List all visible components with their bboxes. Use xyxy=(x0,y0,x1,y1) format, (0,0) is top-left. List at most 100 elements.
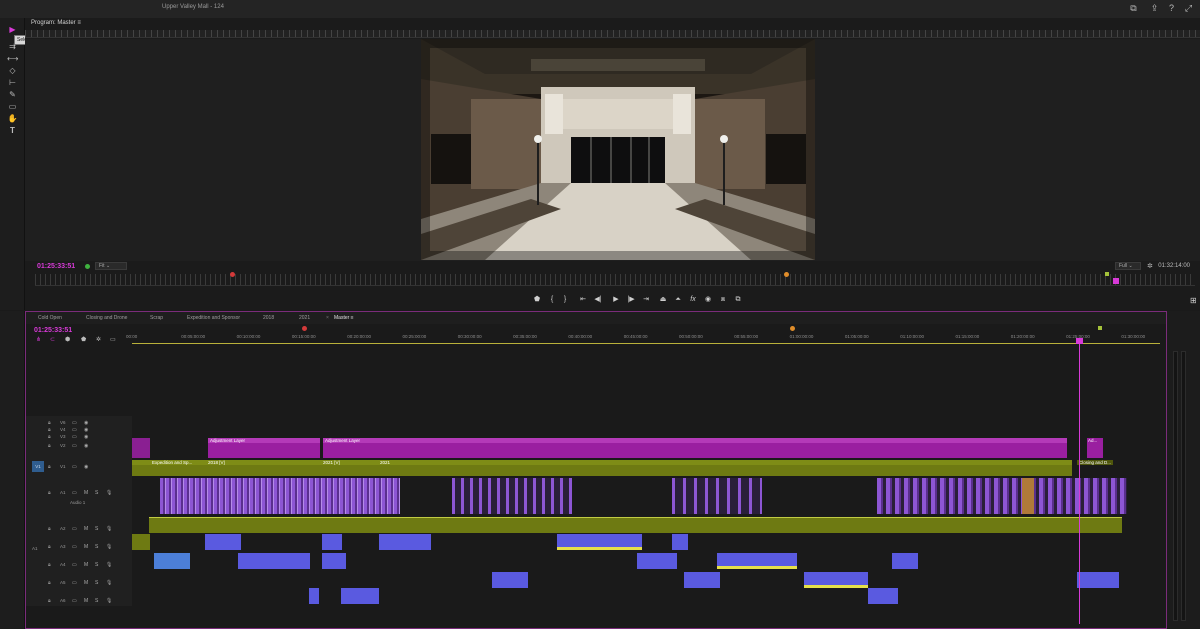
razor-icon[interactable]: ◇ xyxy=(7,66,18,76)
toggle-output-icon[interactable]: ▭ xyxy=(72,427,77,433)
marker-red[interactable] xyxy=(230,272,235,277)
solo-button[interactable]: S xyxy=(95,490,98,496)
toggle-output-icon[interactable]: ▭ xyxy=(72,464,77,470)
video-track-header[interactable]: 🔒︎ V4 ▭ ◉ xyxy=(26,427,132,434)
tab-cold-open[interactable]: Cold Open xyxy=(38,315,62,321)
source-patch-a1[interactable]: A1 xyxy=(32,546,38,551)
voiceover-mic-icon[interactable]: 🎙︎ xyxy=(106,580,112,586)
clip-audio-a3[interactable] xyxy=(205,534,241,550)
clip-v2[interactable] xyxy=(132,438,150,458)
lock-icon[interactable]: 🔒︎ xyxy=(48,598,51,604)
clip-audio-a4[interactable] xyxy=(238,553,310,569)
source-patch-v1[interactable]: V1 xyxy=(32,461,44,472)
sync-lock-icon[interactable]: ▭ xyxy=(72,580,77,586)
audio-track-header[interactable]: 🔒︎ A6 ▭ M S 🎙︎ xyxy=(26,598,132,606)
toggle-output-icon[interactable]: ▭ xyxy=(72,443,77,449)
tab-2021[interactable]: 2021 xyxy=(299,315,310,321)
fullscreen-icon[interactable]: ⤢ xyxy=(1183,3,1194,14)
eye-icon[interactable]: ◉ xyxy=(84,427,88,433)
tab-scrap[interactable]: Scrap xyxy=(150,315,163,321)
program-tab[interactable]: Program: Master ≡ xyxy=(31,20,81,26)
captions-icon[interactable]: ▭ xyxy=(110,336,116,343)
audio-track-header[interactable]: 🔒︎ A4 ▭ M S 🎙︎ xyxy=(26,562,132,570)
clip-audio-a6[interactable] xyxy=(341,588,379,604)
multi-camera-icon[interactable]: ⧉ xyxy=(733,295,743,305)
clip-v1[interactable] xyxy=(132,460,1072,476)
pen-icon[interactable]: ✎ xyxy=(7,90,18,100)
sync-lock-icon[interactable]: ▭ xyxy=(72,526,77,532)
clip-audio-a5[interactable] xyxy=(804,572,868,588)
mute-button[interactable]: M xyxy=(84,562,88,568)
go-to-out-icon[interactable]: ⇥ xyxy=(641,295,651,305)
video-track-header[interactable]: 🔒︎ V2 ▭ ◉ xyxy=(26,443,132,450)
audio-track-header[interactable]: 🔒︎ A5 ▭ M S 🎙︎ xyxy=(26,580,132,588)
clip-audio-a3-start[interactable] xyxy=(132,534,150,550)
program-timecode[interactable]: 01:25:33:51 xyxy=(37,263,75,270)
type-icon[interactable]: T xyxy=(7,126,18,136)
help-icon[interactable]: ? xyxy=(1166,3,1177,14)
rectangle-icon[interactable]: ▭ xyxy=(7,102,18,112)
add-marker-tl-icon[interactable]: ⬢ xyxy=(65,336,70,343)
clip-audio-a3[interactable] xyxy=(379,534,431,550)
mute-button[interactable]: M xyxy=(84,598,88,604)
share-icon[interactable]: ⧉ xyxy=(1128,3,1139,14)
lock-icon[interactable]: 🔒︎ xyxy=(48,562,51,568)
marker-tl-icon[interactable]: ⬟ xyxy=(81,336,86,343)
lock-icon[interactable]: 🔒︎ xyxy=(48,526,51,532)
audio-track-header[interactable]: 🔒︎ A1 ▭ M S 🎙︎ xyxy=(26,490,132,498)
solo-button[interactable]: S xyxy=(95,544,98,550)
quality-select[interactable]: Full ⌄ xyxy=(1115,262,1141,270)
step-back-icon[interactable]: ◀| xyxy=(593,295,603,305)
linked-selection-icon[interactable]: ⊂ xyxy=(50,336,55,343)
voiceover-mic-icon[interactable]: 🎙︎ xyxy=(106,544,112,550)
sync-lock-icon[interactable]: ▭ xyxy=(72,598,77,604)
lock-icon[interactable]: 🔒︎ xyxy=(48,490,51,496)
mark-in-icon[interactable]: { xyxy=(547,295,557,305)
fit-select[interactable]: Fit ⌄ xyxy=(95,262,127,270)
clip-audio-a1[interactable] xyxy=(672,478,762,514)
voiceover-mic-icon[interactable]: 🎙︎ xyxy=(106,526,112,532)
go-to-in-icon[interactable]: ⇤ xyxy=(578,295,588,305)
lock-icon[interactable]: 🔒︎ xyxy=(48,580,51,586)
solo-button[interactable]: S xyxy=(95,580,98,586)
lift-icon[interactable]: ⏏ xyxy=(658,295,668,305)
mute-button[interactable]: M xyxy=(84,580,88,586)
add-button-icon[interactable]: ⊞ xyxy=(1190,296,1197,305)
program-playhead[interactable] xyxy=(1113,278,1119,284)
settings-wrench-icon[interactable]: ✲ xyxy=(96,336,101,343)
audio-track-header[interactable]: 🔒︎ A3 ▭ M S 🎙︎ xyxy=(26,544,132,552)
tab-closing-and-drone[interactable]: Closing and Drone xyxy=(86,315,127,321)
sync-lock-icon[interactable]: ▭ xyxy=(72,490,77,496)
ripple-edit-icon[interactable]: ⟷ xyxy=(7,54,18,64)
eye-icon[interactable]: ◉ xyxy=(84,420,88,426)
play-icon[interactable]: ▶ xyxy=(611,295,621,305)
marker-green[interactable] xyxy=(1105,272,1109,276)
solo-button[interactable]: S xyxy=(95,562,98,568)
clip-audio-a1[interactable] xyxy=(160,478,400,514)
wrench-icon[interactable]: ✲ xyxy=(1147,262,1153,270)
lock-icon[interactable]: 🔒︎ xyxy=(48,434,51,440)
tab-expedition-and-sponsor[interactable]: Expedition and Sponsor xyxy=(187,315,240,321)
sync-lock-icon[interactable]: ▭ xyxy=(72,562,77,568)
clip-audio-a4[interactable] xyxy=(717,553,797,569)
add-marker-icon[interactable]: ⬟ xyxy=(532,295,542,305)
timeline-playhead[interactable] xyxy=(1079,338,1080,624)
marker-orange[interactable] xyxy=(784,272,789,277)
extract-icon[interactable]: ⏶ xyxy=(673,295,683,305)
clip-audio-a4[interactable] xyxy=(154,553,190,569)
timeline-timecode[interactable]: 01:25:33:51 xyxy=(34,327,72,334)
export-icon[interactable]: ⇪ xyxy=(1149,3,1160,14)
fx-icon[interactable]: fx xyxy=(688,295,698,305)
lock-icon[interactable]: 🔒︎ xyxy=(48,427,51,433)
sync-lock-icon[interactable]: ▭ xyxy=(72,544,77,550)
clip-audio-a6[interactable] xyxy=(868,588,898,604)
clip-audio-a3[interactable] xyxy=(322,534,342,550)
mute-button[interactable]: M xyxy=(84,526,88,532)
toggle-output-icon[interactable]: ▭ xyxy=(72,420,77,426)
clip-audio-a6[interactable] xyxy=(309,588,319,604)
voiceover-mic-icon[interactable]: 🎙︎ xyxy=(106,598,112,604)
step-forward-icon[interactable]: |▶ xyxy=(626,295,636,305)
clip-adjustment-end[interactable]: Ad... xyxy=(1087,438,1103,458)
clip-audio-a5[interactable] xyxy=(684,572,720,588)
clip-audio-a4[interactable] xyxy=(637,553,677,569)
